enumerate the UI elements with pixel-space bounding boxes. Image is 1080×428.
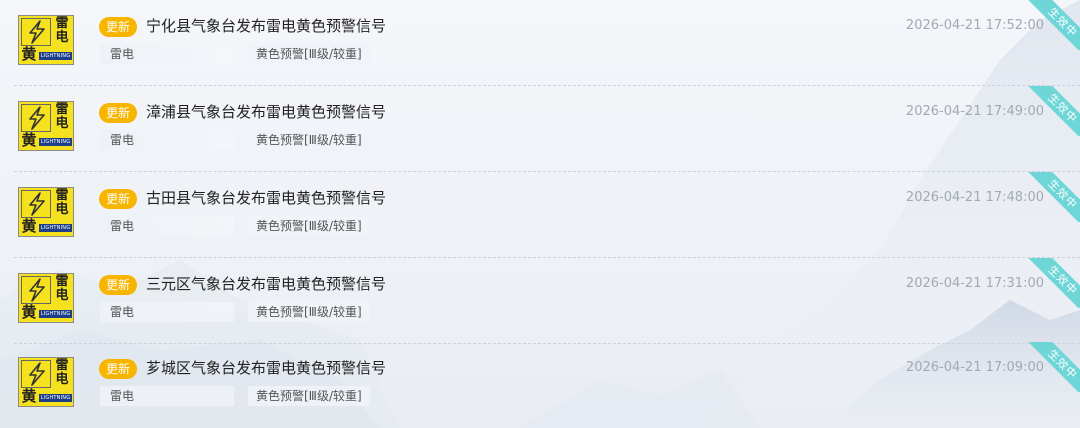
icon-en-label: LIGHTNING bbox=[39, 224, 72, 232]
warning-title[interactable]: 三元区气象台发布雷电黄色预警信号 bbox=[146, 273, 386, 295]
lightning-bolt-icon bbox=[21, 190, 51, 218]
lightning-yellow-warning-icon: 雷 电 黄 LIGHTNING bbox=[18, 187, 74, 237]
warning-type: 雷电 bbox=[100, 130, 234, 150]
warning-item[interactable]: 雷 电 黄 LIGHTNING 更新 三元区气象台发布雷电黄色预警信号 雷电 黄… bbox=[0, 258, 1080, 344]
status-ribbon: 生效中 bbox=[1028, 172, 1080, 222]
warning-title[interactable]: 芗城区气象台发布雷电黄色预警信号 bbox=[146, 357, 386, 379]
lightning-bolt-icon bbox=[21, 360, 51, 388]
update-badge: 更新 bbox=[99, 189, 137, 209]
status-ribbon-label: 生效中 bbox=[1028, 0, 1080, 50]
icon-char-lei: 雷 bbox=[55, 188, 69, 203]
warning-time: 2026-04-21 17:52:00 bbox=[905, 18, 1044, 33]
update-badge: 更新 bbox=[99, 359, 137, 379]
icon-char-lei: 雷 bbox=[55, 16, 69, 31]
icon-char-huang: 黄 bbox=[21, 217, 37, 235]
warning-level: 黄色预警[Ⅲ级/较重] bbox=[248, 44, 370, 64]
icon-char-huang: 黄 bbox=[21, 131, 37, 149]
lightning-bolt-icon bbox=[21, 104, 51, 132]
status-ribbon: 生效中 bbox=[1028, 342, 1080, 392]
icon-en-label: LIGHTNING bbox=[39, 52, 72, 60]
icon-char-huang: 黄 bbox=[21, 45, 37, 63]
icon-char-lei: 雷 bbox=[55, 358, 69, 373]
warning-time: 2026-04-21 17:31:00 bbox=[905, 276, 1044, 291]
lightning-yellow-warning-icon: 雷 电 黄 LIGHTNING bbox=[18, 101, 74, 151]
icon-char-dian: 电 bbox=[55, 30, 69, 45]
warning-type: 雷电 bbox=[100, 44, 234, 64]
warning-item[interactable]: 雷 电 黄 LIGHTNING 更新 宁化县气象台发布雷电黄色预警信号 雷电 黄… bbox=[0, 0, 1080, 86]
icon-en-label: LIGHTNING bbox=[39, 310, 72, 318]
update-badge: 更新 bbox=[99, 17, 137, 37]
status-ribbon-label: 生效中 bbox=[1028, 258, 1080, 308]
warning-item[interactable]: 雷 电 黄 LIGHTNING 更新 芗城区气象台发布雷电黄色预警信号 雷电 黄… bbox=[0, 342, 1080, 428]
warning-type: 雷电 bbox=[100, 386, 234, 406]
icon-char-dian: 电 bbox=[55, 202, 69, 217]
status-ribbon: 生效中 bbox=[1028, 0, 1080, 50]
status-ribbon-label: 生效中 bbox=[1028, 86, 1080, 136]
icon-en-label: LIGHTNING bbox=[39, 138, 72, 146]
warning-title[interactable]: 宁化县气象台发布雷电黄色预警信号 bbox=[146, 15, 386, 37]
icon-char-huang: 黄 bbox=[21, 387, 37, 405]
icon-char-lei: 雷 bbox=[55, 274, 69, 289]
warning-list: 雷 电 黄 LIGHTNING 更新 宁化县气象台发布雷电黄色预警信号 雷电 黄… bbox=[0, 0, 1080, 428]
lightning-bolt-icon bbox=[21, 276, 51, 304]
icon-en-label: LIGHTNING bbox=[39, 394, 72, 402]
status-ribbon-label: 生效中 bbox=[1028, 172, 1080, 222]
update-badge: 更新 bbox=[99, 103, 137, 123]
warning-level: 黄色预警[Ⅲ级/较重] bbox=[248, 302, 370, 322]
lightning-yellow-warning-icon: 雷 电 黄 LIGHTNING bbox=[18, 357, 74, 407]
warning-type: 雷电 bbox=[100, 302, 234, 322]
lightning-yellow-warning-icon: 雷 电 黄 LIGHTNING bbox=[18, 15, 74, 65]
icon-char-huang: 黄 bbox=[21, 303, 37, 321]
icon-char-dian: 电 bbox=[55, 116, 69, 131]
lightning-bolt-icon bbox=[21, 18, 51, 46]
status-ribbon-label: 生效中 bbox=[1028, 342, 1080, 392]
warning-item[interactable]: 雷 电 黄 LIGHTNING 更新 漳浦县气象台发布雷电黄色预警信号 雷电 黄… bbox=[0, 86, 1080, 172]
warning-title[interactable]: 漳浦县气象台发布雷电黄色预警信号 bbox=[146, 101, 386, 123]
warning-level: 黄色预警[Ⅲ级/较重] bbox=[248, 386, 370, 406]
warning-time: 2026-04-21 17:09:00 bbox=[905, 360, 1044, 375]
warning-level: 黄色预警[Ⅲ级/较重] bbox=[248, 216, 370, 236]
icon-char-dian: 电 bbox=[55, 372, 69, 387]
icon-char-lei: 雷 bbox=[55, 102, 69, 117]
status-ribbon: 生效中 bbox=[1028, 86, 1080, 136]
update-badge: 更新 bbox=[99, 275, 137, 295]
warning-item[interactable]: 雷 电 黄 LIGHTNING 更新 古田县气象台发布雷电黄色预警信号 雷电 黄… bbox=[0, 172, 1080, 258]
status-ribbon: 生效中 bbox=[1028, 258, 1080, 308]
warning-title[interactable]: 古田县气象台发布雷电黄色预警信号 bbox=[146, 187, 386, 209]
icon-char-dian: 电 bbox=[55, 288, 69, 303]
warning-type: 雷电 bbox=[100, 216, 234, 236]
lightning-yellow-warning-icon: 雷 电 黄 LIGHTNING bbox=[18, 273, 74, 323]
warning-time: 2026-04-21 17:48:00 bbox=[905, 190, 1044, 205]
warning-level: 黄色预警[Ⅲ级/较重] bbox=[248, 130, 370, 150]
warning-time: 2026-04-21 17:49:00 bbox=[905, 104, 1044, 119]
